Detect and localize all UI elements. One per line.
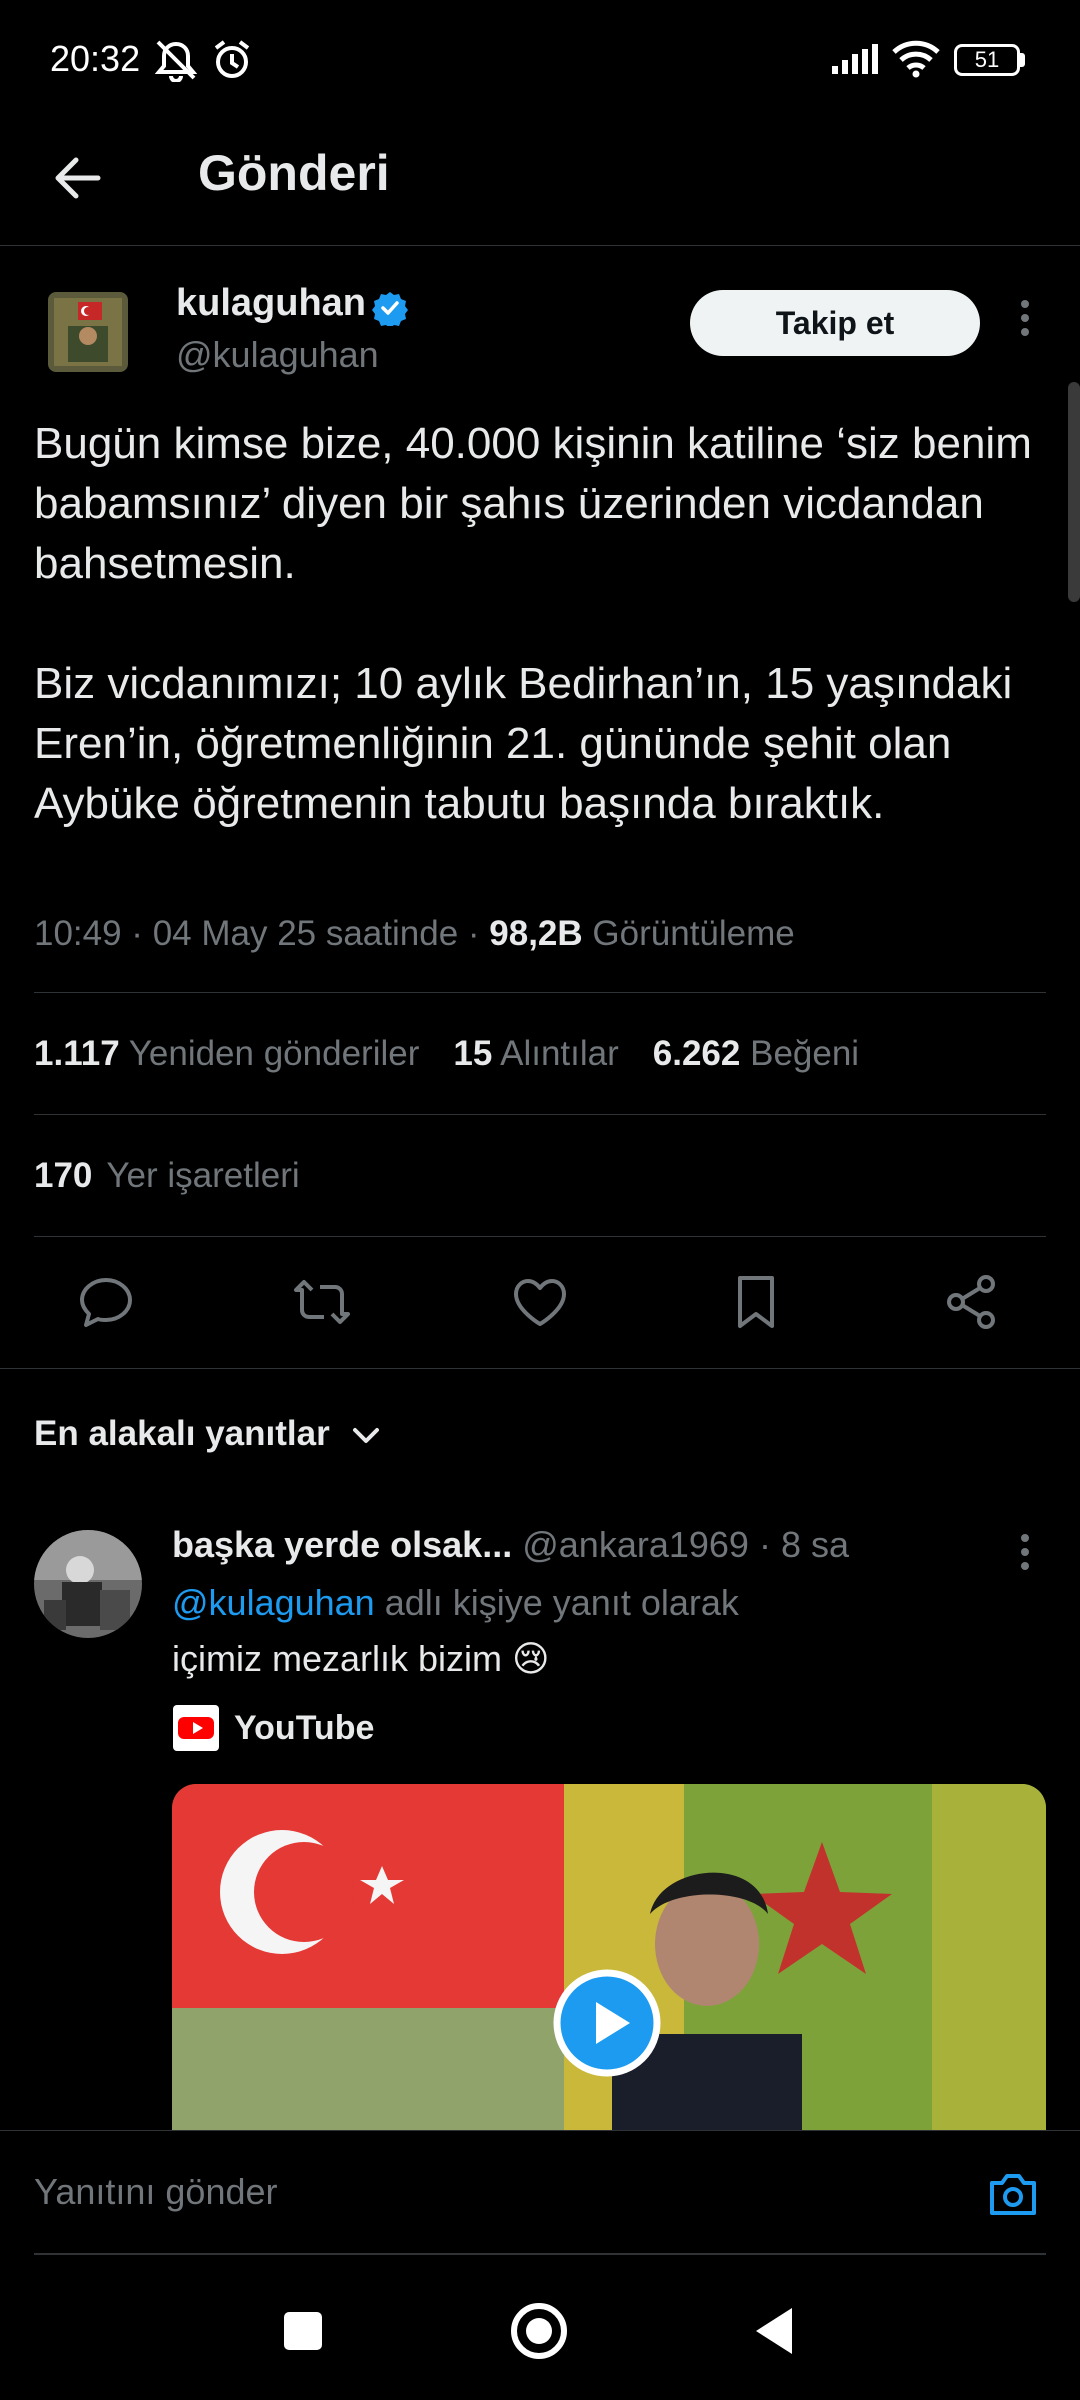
- post-text: Bugün kimse bize, 40.000 kişinin katilin…: [34, 419, 1032, 828]
- replying-to: @kulaguhan adlı kişiye yanıt olarak: [172, 1582, 739, 1624]
- back-arrow-icon[interactable]: [48, 148, 108, 208]
- play-icon[interactable]: [552, 1968, 662, 2078]
- reposts-stat[interactable]: 1.117 Yeniden gönderiler: [34, 1034, 419, 1074]
- follow-button[interactable]: Takip et: [690, 290, 980, 356]
- composer-underline: [34, 2253, 1046, 2255]
- bookmarks-label: Yer işaretleri: [106, 1156, 300, 1195]
- reposts-count: 1.117: [34, 1034, 120, 1073]
- camera-icon[interactable]: [986, 2167, 1040, 2221]
- link-source[interactable]: YouTube: [172, 1704, 374, 1752]
- post-timestamp: 10:49 · 04 May 25 saatinde ·: [34, 914, 490, 953]
- replying-to-suffix: adlı kişiye yanıt olarak: [374, 1582, 739, 1623]
- alarm-icon: [214, 40, 250, 78]
- reply-text: içimiz mezarlık bizim 😢: [172, 1638, 550, 1679]
- stats-row: 1.117 Yeniden gönderiler 15 Alıntılar 6.…: [34, 1034, 859, 1074]
- reply-header: başka yerde olsak... @ankara1969 · 8 sa: [172, 1524, 849, 1566]
- quotes-count: 15: [453, 1034, 493, 1073]
- reply-time: · 8 sa: [748, 1524, 849, 1565]
- views-label: Görüntüleme: [592, 914, 795, 953]
- more-options-icon[interactable]: [1018, 298, 1032, 338]
- battery-icon: 51: [954, 44, 1020, 76]
- reply-more-options-icon[interactable]: [1018, 1532, 1032, 1572]
- divider: [34, 1236, 1046, 1237]
- post-meta: 10:49 · 04 May 25 saatinde · 98,2B Görün…: [34, 914, 795, 954]
- repost-icon[interactable]: [292, 1272, 352, 1332]
- page-title: Gönderi: [198, 145, 390, 201]
- reply-author-name[interactable]: başka yerde olsak...: [172, 1524, 512, 1565]
- like-icon[interactable]: [510, 1272, 570, 1332]
- replies-sort-dropdown[interactable]: En alakalı yanıtlar: [34, 1414, 383, 1454]
- wifi-icon: [892, 40, 940, 78]
- bookmark-icon[interactable]: [726, 1272, 786, 1332]
- video-thumbnail[interactable]: [172, 1784, 1046, 2130]
- youtube-icon: [173, 1705, 219, 1751]
- likes-stat[interactable]: 6.262 Beğeni: [653, 1034, 859, 1074]
- link-source-label: YouTube: [234, 1708, 375, 1747]
- signal-icon: [832, 44, 878, 74]
- divider: [34, 1114, 1046, 1115]
- verified-badge-icon: [372, 292, 408, 326]
- reply-composer: Yanıtını gönder: [0, 2130, 1080, 2255]
- reposts-label: Yeniden gönderiler: [128, 1034, 420, 1073]
- muted-bell-icon: [154, 40, 198, 82]
- replying-to-handle[interactable]: @kulaguhan: [172, 1582, 375, 1623]
- author-avatar[interactable]: [48, 292, 128, 372]
- system-navigation-bar: [0, 2256, 1080, 2400]
- author-name[interactable]: kulaguhan: [176, 282, 366, 325]
- battery-level: 51: [974, 47, 1000, 72]
- likes-count: 6.262: [652, 1034, 741, 1073]
- reply-input[interactable]: Yanıtını gönder: [34, 2171, 278, 2213]
- quotes-stat[interactable]: 15 Alıntılar: [453, 1034, 618, 1074]
- battery-tip: [1020, 53, 1025, 67]
- chevron-down-icon: [353, 1427, 380, 1443]
- share-icon[interactable]: [942, 1272, 1002, 1332]
- author-handle[interactable]: @kulaguhan: [176, 334, 379, 376]
- divider: [34, 992, 1046, 993]
- section-divider: [0, 1368, 1080, 1369]
- home-icon[interactable]: [508, 2300, 570, 2362]
- status-time: 20:32: [50, 38, 141, 79]
- likes-label: Beğeni: [750, 1034, 860, 1073]
- status-bar: 20:32 51: [0, 0, 1080, 120]
- bookmarks-count: 170: [34, 1156, 93, 1195]
- reply-icon[interactable]: [76, 1272, 136, 1332]
- reply-avatar[interactable]: [34, 1530, 142, 1638]
- bookmarks-stat[interactable]: 170 Yer işaretleri: [34, 1156, 300, 1196]
- recent-apps-icon[interactable]: [280, 2308, 326, 2354]
- quotes-label: Alıntılar: [500, 1034, 619, 1073]
- top-bar: Gönderi: [0, 120, 1080, 246]
- views-count: 98,2B: [489, 914, 583, 953]
- reply-author-handle[interactable]: @ankara1969: [522, 1524, 749, 1565]
- replies-sort-label: En alakalı yanıtlar: [34, 1414, 330, 1453]
- scrollbar[interactable]: [1068, 382, 1080, 602]
- back-nav-icon[interactable]: [752, 2304, 798, 2358]
